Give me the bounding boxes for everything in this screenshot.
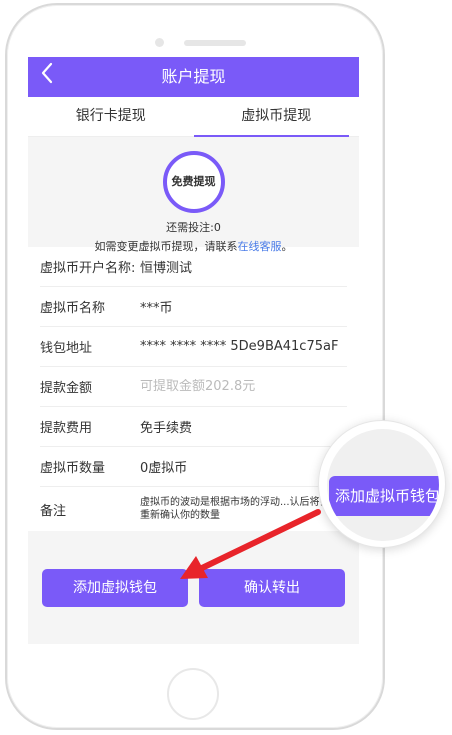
coin-count-row: 虚拟币数量 0虚拟币 [40,447,347,487]
add-wallet-button[interactable]: 添加虚拟钱包 [42,569,188,607]
confirm-transfer-button[interactable]: 确认转出 [199,569,345,607]
tab-virtual-coin[interactable]: 虚拟币提现 [193,97,360,137]
amount-label: 提款金额 [40,381,93,396]
zoom-callout: 添加虚拟币钱包 [318,420,446,548]
remark-row: 备注 虚拟币的波动是根据市场的浮动...认后将会重新确认你的数量 [40,487,347,531]
tab-bank-card[interactable]: 银行卡提现 [28,97,194,136]
add-coin-wallet-button-zoomed[interactable]: 添加虚拟币钱包 [329,476,439,516]
action-buttons: 添加虚拟钱包 确认转出 [42,569,345,607]
fee-value: 免手续费 [140,421,193,436]
contact-suffix: 。 [281,240,293,253]
amount-row: 提款金额 [40,367,347,407]
remark-label: 备注 [40,503,67,519]
coin-name-row: 虚拟币名称 ***币 [40,287,347,327]
nav-bar: 账户提现 [28,57,359,97]
fee-row: 提款费用 免手续费 [40,407,347,447]
speaker-slot [184,40,246,46]
camera-dot [155,38,164,47]
zoom-callout-inner: 添加虚拟币钱包 [327,429,439,541]
coin-count-label: 虚拟币数量 [40,461,106,476]
fee-label: 提款费用 [40,421,93,436]
page-title: 账户提现 [161,67,226,86]
coin-name-label: 虚拟币名称 [40,301,106,316]
withdraw-form: 虚拟币开户名称: 恒博测试 虚拟币名称 ***币 钱包地址 **** **** … [28,247,359,531]
wallet-address-value: **** **** **** 5De9BA41c75aF [140,339,339,354]
app-screen: 账户提现 银行卡提现 虚拟币提现 免费提现 还需投注:0 如需变更虚拟币提现，请… [28,57,359,644]
free-withdraw-badge: 免费提现 [162,151,225,213]
home-button [167,668,219,720]
remaining-bet-text: 还需投注:0 [166,221,221,234]
online-service-link[interactable]: 在线客服 [238,240,282,253]
coin-name-value: ***币 [140,301,173,316]
account-name-value: 恒博测试 [140,261,193,276]
wallet-address-label: 钱包地址 [40,341,93,356]
account-name-label: 虚拟币开户名称: [40,261,136,276]
withdraw-summary: 免费提现 还需投注:0 如需变更虚拟币提现，请联系在线客服。 [28,137,359,253]
amount-input[interactable] [140,379,320,394]
remark-value: 虚拟币的波动是根据市场的浮动...认后将会重新确认你的数量 [140,497,330,521]
contact-text: 如需变更虚拟币提现，请联系 [94,240,238,253]
coin-count-value: 0虚拟币 [140,461,188,476]
tab-bar: 银行卡提现 虚拟币提现 [28,97,359,137]
wallet-address-row: 钱包地址 **** **** **** 5De9BA41c75aF [40,327,347,367]
